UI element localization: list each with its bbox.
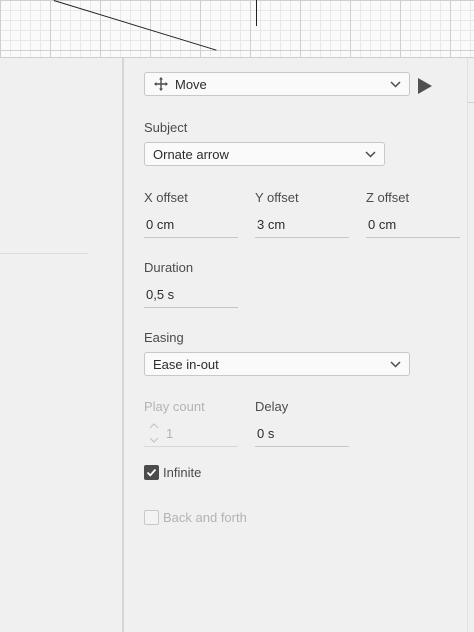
back-and-forth-checkbox (144, 510, 159, 525)
chevron-down-icon (365, 151, 376, 158)
z-offset-field[interactable]: 0 cm (366, 212, 460, 238)
play-count-label: Play count (144, 399, 205, 414)
canvas-viewport[interactable] (0, 0, 474, 58)
duration-label: Duration (144, 260, 194, 275)
move-icon (154, 77, 168, 91)
back-and-forth-label: Back and forth (163, 510, 247, 525)
infinite-label: Infinite (163, 465, 202, 480)
canvas-guide-line (53, 0, 217, 51)
play-count-stepper: 1 (144, 421, 238, 447)
subject-dropdown[interactable]: Ornate arrow (144, 142, 385, 166)
delay-field[interactable]: 0 s (255, 421, 349, 447)
left-pane-divider (0, 253, 88, 254)
delay-label: Delay (255, 399, 289, 414)
subject-dropdown-value: Ornate arrow (153, 146, 229, 162)
x-offset-label: X offset (144, 190, 188, 205)
right-edge-mark (468, 102, 474, 103)
play-icon[interactable] (417, 77, 433, 95)
y-offset-field[interactable]: 3 cm (255, 212, 349, 238)
action-dropdown[interactable]: Move (144, 72, 410, 96)
duration-field[interactable]: 0,5 s (144, 282, 238, 308)
subject-label: Subject (144, 120, 188, 135)
x-offset-field[interactable]: 0 cm (144, 212, 238, 238)
checkmark-icon (146, 468, 157, 477)
animation-properties-panel: Move Subject Ornate arrow X offset Y off… (124, 58, 467, 632)
left-pane (0, 58, 124, 632)
y-offset-label: Y offset (255, 190, 299, 205)
right-scroll-edge (467, 58, 474, 632)
chevron-down-icon (390, 361, 401, 368)
infinite-checkbox[interactable] (144, 465, 159, 480)
z-offset-label: Z offset (366, 190, 410, 205)
easing-dropdown[interactable]: Ease in-out (144, 352, 410, 376)
easing-dropdown-value: Ease in-out (153, 356, 219, 372)
canvas-guide-line (256, 0, 257, 26)
easing-label: Easing (144, 330, 184, 345)
chevron-down-icon (390, 81, 401, 88)
action-dropdown-value: Move (175, 76, 207, 92)
